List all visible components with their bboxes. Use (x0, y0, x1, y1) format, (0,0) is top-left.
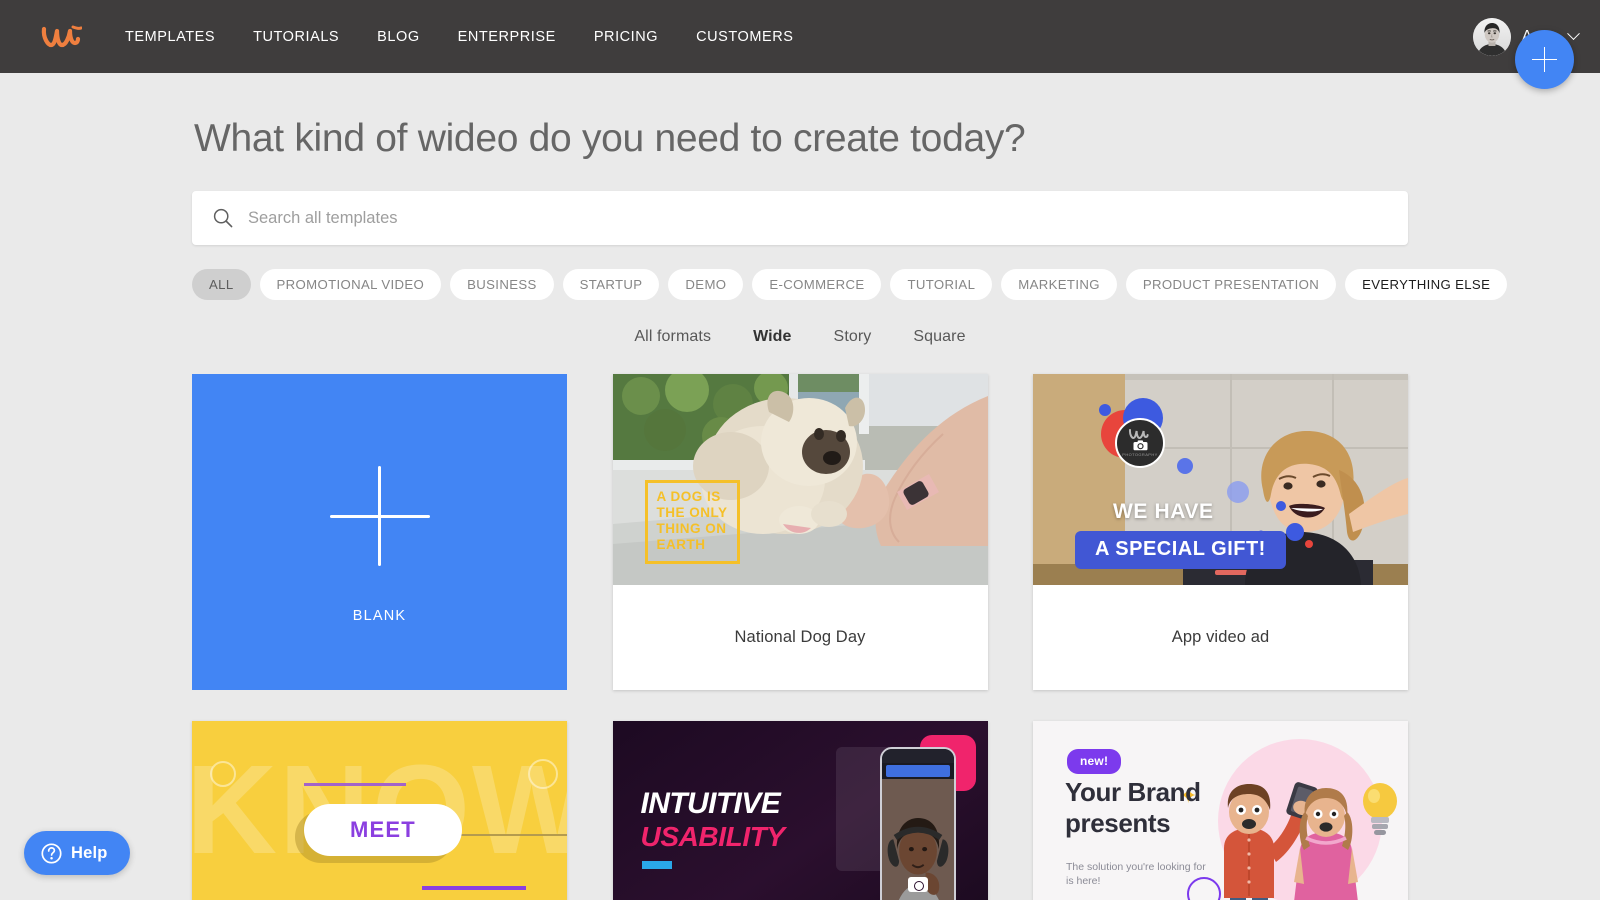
phone-status-bar (881, 749, 954, 763)
dog-caption-line-4: EARTH (656, 536, 706, 552)
template-thumbnail-meet: KNOW MEET (192, 721, 567, 900)
chip-all[interactable]: ALL (192, 269, 251, 300)
template-card-meet[interactable]: KNOW MEET (192, 721, 567, 900)
characters-illustration (1224, 782, 1358, 900)
decorative-circle-icon (210, 761, 236, 787)
content-wrapper: What kind of wideo do you need to create… (192, 73, 1508, 900)
meet-pill-label: MEET (304, 804, 462, 856)
app-overlay-line-1: WE HAVE (1113, 500, 1214, 523)
wideo-w-logo-glyph (41, 25, 82, 47)
template-card-blank[interactable]: BLANK (192, 374, 567, 690)
template-card-intuitive-usability[interactable]: INTUITIVE USABILITY (612, 721, 988, 900)
chip-product-presentation[interactable]: PRODUCT PRESENTATION (1125, 269, 1337, 300)
brand-subtext: The solution you're looking for is here! (1066, 861, 1206, 888)
format-tabs: All formats Wide Story Square (192, 328, 1408, 346)
app-overlay-line-2: A SPECIAL GIFT! (1075, 531, 1286, 569)
template-card-national-dog-day[interactable]: A DOG IS THE ONLY THING ON EARTH Nationa… (612, 374, 988, 690)
user-avatar-photo (1472, 17, 1511, 56)
tab-square[interactable]: Square (913, 328, 965, 346)
camera-icon (907, 877, 928, 892)
help-button-label: Help (71, 843, 108, 862)
search-bar[interactable] (192, 191, 1408, 245)
chip-demo[interactable]: DEMO (668, 269, 744, 300)
camera-icon (1133, 440, 1147, 451)
template-grid: BLANK A DOG IS THE ONLY THING ON EARTH N… (192, 374, 1408, 900)
tab-story[interactable]: Story (834, 328, 872, 346)
nav-item-blog[interactable]: BLOG (358, 19, 439, 55)
nav-item-tutorials[interactable]: TUTORIALS (234, 19, 358, 55)
template-card-app-video-ad[interactable]: PHOTOGRAPHY WE HAVE A SPECIAL GIFT! App … (1033, 374, 1408, 690)
brand-heading-line-1: Your Brand (1065, 777, 1201, 807)
search-input[interactable] (248, 208, 1388, 228)
chip-marketing[interactable]: MARKETING (1001, 269, 1117, 300)
page-title: What kind of wideo do you need to create… (194, 117, 1026, 160)
nav-item-templates[interactable]: TEMPLATES (106, 19, 234, 55)
tab-wide[interactable]: Wide (753, 328, 791, 346)
phone-progress-bar (885, 765, 950, 777)
dog-caption-line-1: A DOG IS (656, 489, 721, 504)
dog-overlay-caption: A DOG IS THE ONLY THING ON EARTH (644, 480, 740, 564)
chip-e-commerce[interactable]: E-COMMERCE (752, 269, 882, 300)
brand-heading: Your Brand presents (1065, 777, 1201, 838)
nav-item-pricing[interactable]: PRICING (575, 19, 677, 55)
template-thumbnail-dog: A DOG IS THE ONLY THING ON EARTH (612, 374, 988, 585)
create-new-button[interactable] (1515, 30, 1574, 89)
phone-mockup (879, 747, 956, 900)
chevron-down-icon (1567, 27, 1580, 41)
help-button[interactable]: Help (24, 831, 130, 875)
page-body: What kind of wideo do you need to create… (0, 73, 1600, 900)
intuitive-overlay-line-1: INTUITIVE (640, 787, 781, 820)
dog-caption-line-3: THING ON (656, 520, 727, 536)
app-logo-badge-icon: PHOTOGRAPHY (1115, 418, 1165, 468)
chip-business[interactable]: BUSINESS (450, 269, 554, 300)
template-thumbnail-intuitive: INTUITIVE USABILITY (612, 721, 988, 900)
blank-card-label: BLANK (352, 608, 407, 624)
decorative-line (304, 783, 406, 786)
template-card-title: National Dog Day (734, 628, 866, 646)
primary-nav: TEMPLATES TUTORIALS BLOG ENTERPRISE PRIC… (106, 19, 812, 55)
search-icon (213, 208, 233, 228)
template-thumbnail-app: PHOTOGRAPHY WE HAVE A SPECIAL GIFT! (1033, 374, 1408, 585)
decorative-accent-bar (641, 861, 672, 869)
plus-icon (329, 466, 430, 566)
tab-all-formats[interactable]: All formats (634, 328, 711, 346)
question-circle-icon (41, 842, 62, 864)
nav-item-customers[interactable]: CUSTOMERS (677, 19, 812, 55)
chip-tutorial[interactable]: TUTORIAL (890, 269, 993, 300)
brand-heading-line-2: presents (1065, 807, 1171, 838)
intuitive-overlay-line-2: USABILITY (640, 821, 786, 852)
template-card-your-brand-presents[interactable]: ✦ new! Your Brand presents The solution … (1033, 721, 1408, 900)
decorative-line (460, 834, 567, 836)
avatar (1472, 17, 1511, 56)
decorative-circle-icon (528, 759, 558, 789)
top-navigation-bar: TEMPLATES TUTORIALS BLOG ENTERPRISE PRIC… (0, 0, 1600, 89)
new-badge: new! (1067, 749, 1122, 774)
template-card-title: App video ad (1171, 628, 1270, 646)
wideo-logo-icon[interactable] (38, 20, 84, 54)
category-filter-chips: ALL PROMOTIONAL VIDEO BUSINESS STARTUP D… (192, 269, 1508, 300)
chip-promotional-video[interactable]: PROMOTIONAL VIDEO (259, 269, 442, 300)
template-thumbnail-brand: ✦ new! Your Brand presents The solution … (1033, 721, 1408, 900)
nav-item-enterprise[interactable]: ENTERPRISE (439, 19, 575, 55)
badge-w-logo-icon (1128, 429, 1149, 439)
dog-caption-line-2: THE ONLY (656, 504, 728, 520)
chip-everything-else[interactable]: EVERYTHING ELSE (1345, 269, 1508, 300)
decorative-line (422, 886, 526, 890)
chip-startup[interactable]: STARTUP (562, 269, 660, 300)
